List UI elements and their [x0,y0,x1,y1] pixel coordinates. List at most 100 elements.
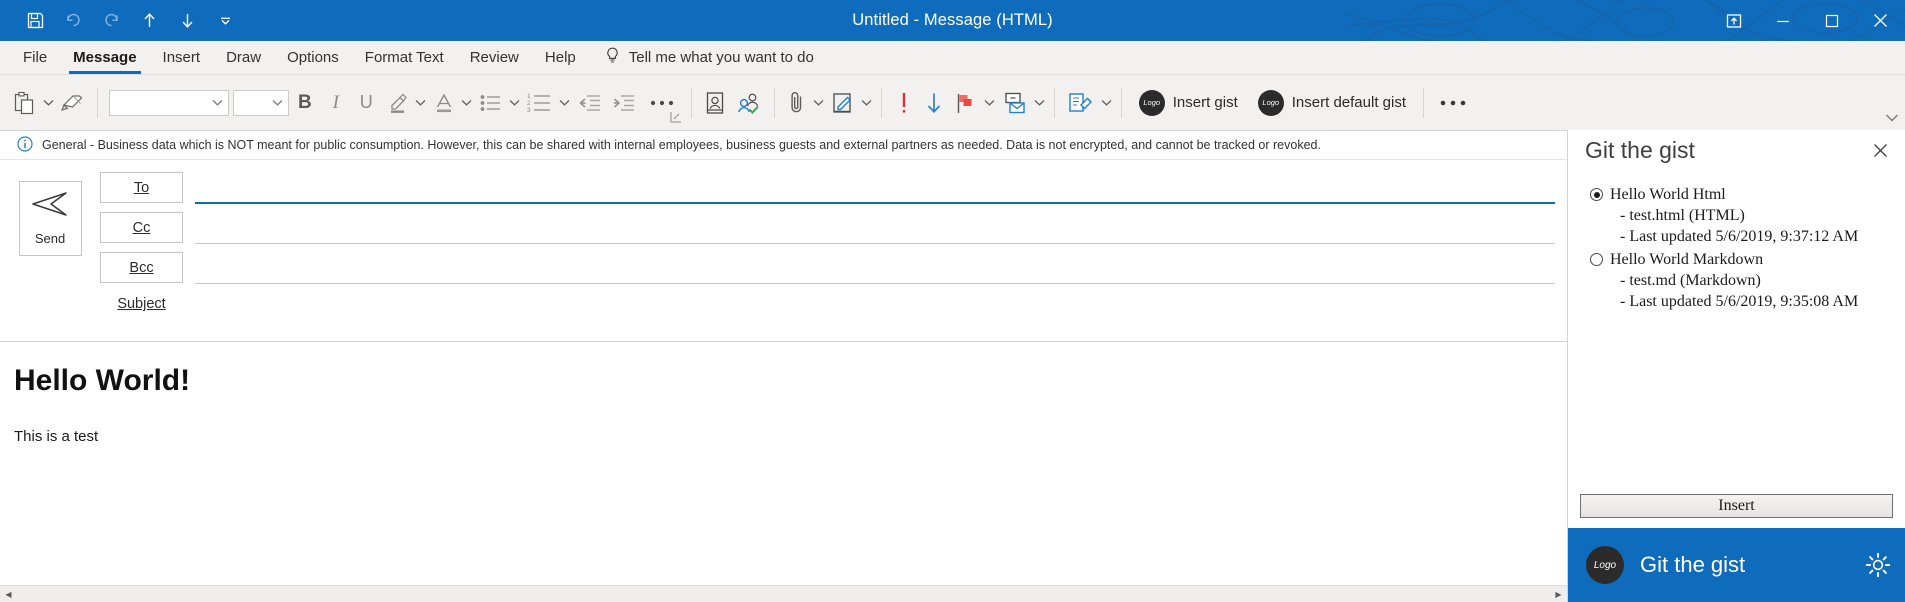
send-button[interactable]: Send [18,181,82,256]
insert-default-gist-button[interactable]: Logo Insert default gist [1248,82,1416,124]
ribbon-group-clipboard [8,75,90,131]
check-names-button[interactable] [731,82,767,124]
high-importance-button[interactable] [889,82,919,124]
paste-button[interactable] [8,82,41,124]
horizontal-scrollbar[interactable]: ◀ ▶ [0,585,1567,602]
maximize-button[interactable] [1807,0,1856,41]
ribbon-group-addins: Logo Insert gist Logo Insert default gis… [1129,75,1416,131]
to-button[interactable]: To [100,172,183,203]
paste-options-chevron-down-icon[interactable] [41,99,55,106]
close-button[interactable] [1856,0,1905,41]
gist-radio-html[interactable] [1590,188,1603,201]
scroll-right-arrow-icon[interactable]: ▶ [1550,586,1567,602]
tab-format-text[interactable]: Format Text [352,41,457,74]
view-templates-button[interactable] [997,82,1033,124]
gist-updated: - Last updated 5/6/2019, 9:37:12 AM [1620,228,1859,245]
task-pane-title: Git the gist [1585,136,1695,163]
to-input[interactable] [195,170,1555,204]
bullets-button[interactable] [474,82,508,124]
italic-button[interactable]: I [321,82,351,124]
scroll-left-arrow-icon[interactable]: ◀ [0,586,17,602]
gist-file: - test.md (Markdown) [1620,272,1761,289]
tell-me-search[interactable]: Tell me what you want to do [589,41,824,74]
decrease-indent-button[interactable] [572,82,606,124]
customize-quick-access-toolbar-button[interactable] [206,3,244,39]
follow-up-flag-button[interactable] [949,82,983,124]
ribbon-group-paragraph: 123 [474,75,684,131]
info-icon [17,135,33,155]
recipient-fields: To Cc Bcc Subject [100,170,1567,341]
tab-file[interactable]: File [10,41,60,74]
insert-gist-label: Insert gist [1172,94,1238,111]
highlight-chevron-down-icon[interactable] [414,99,428,106]
scrollbar-track[interactable] [17,586,1550,602]
font-color-chevron-down-icon[interactable] [460,99,474,106]
text-highlight-color-button[interactable] [382,82,414,124]
ribbon-group-include [782,75,874,131]
gist-radio-markdown[interactable] [1590,253,1603,266]
gist-option-row[interactable]: Hello World Markdown [1590,249,1895,270]
font-color-button[interactable] [428,82,460,124]
format-painter-button[interactable] [55,82,90,124]
message-body[interactable]: Hello World! This is a test ◀ ▶ [0,342,1567,602]
redo-button[interactable] [92,3,130,39]
signature-chevron-down-icon[interactable] [860,99,874,106]
tab-options[interactable]: Options [274,41,352,74]
attach-file-button[interactable] [782,82,812,124]
low-importance-button[interactable] [919,82,949,124]
compose-pane: General - Business data which is NOT mea… [0,130,1567,602]
tab-review[interactable]: Review [457,41,532,74]
insert-button-container: Insert [1568,494,1905,528]
tab-draw[interactable]: Draw [213,41,274,74]
tab-help[interactable]: Help [532,41,589,74]
gist-option-row[interactable]: Hello World Html [1590,184,1895,205]
insert-gist-button[interactable]: Logo Insert gist [1129,82,1248,124]
follow-up-chevron-down-icon[interactable] [983,99,997,106]
bold-button[interactable]: B [289,82,321,124]
ribbon-separator [1053,87,1055,118]
task-pane-close-icon[interactable] [1869,139,1891,161]
gist-name: Hello World Html [1610,186,1726,203]
font-name-combobox[interactable] [109,89,229,116]
underline-label: U [359,92,373,112]
immersive-reader-button[interactable] [1062,82,1100,124]
message-body-paragraph: This is a test [14,428,99,445]
subject-input[interactable] [195,286,1555,320]
bcc-input[interactable] [195,250,1555,284]
italic-label: I [332,91,339,113]
ribbon-separator [690,87,692,118]
next-item-button[interactable] [168,3,206,39]
message-body-heading: Hello World! [14,364,191,397]
collapse-ribbon-chevron-up-icon[interactable] [1885,110,1899,128]
cc-input[interactable] [195,210,1555,244]
save-button[interactable] [16,3,54,39]
numbering-chevron-down-icon[interactable] [558,99,572,106]
immersive-reader-chevron-down-icon[interactable] [1100,99,1114,106]
signature-button[interactable] [826,82,860,124]
minimize-button[interactable] [1758,0,1807,41]
underline-button[interactable]: U [351,82,382,124]
numbering-button[interactable]: 123 [522,82,558,124]
tab-message[interactable]: Message [60,41,149,74]
gist-list-item[interactable]: Hello World Html - test.html (HTML) - La… [1590,184,1895,247]
send-arrow-icon [30,191,70,222]
attach-file-chevron-down-icon[interactable] [812,99,826,106]
previous-item-button[interactable] [130,3,168,39]
gist-list-item[interactable]: Hello World Markdown - test.md (Markdown… [1590,249,1895,312]
undo-button[interactable] [54,3,92,39]
tab-insert[interactable]: Insert [150,41,214,74]
paragraph-dialog-launcher[interactable] [670,111,682,125]
address-book-button[interactable] [699,82,731,124]
gear-icon[interactable] [1865,552,1891,578]
ribbon-overflow-button[interactable] [1431,82,1475,124]
ribbon-display-options-button[interactable] [1709,0,1758,41]
bcc-button[interactable]: Bcc [100,252,183,283]
ribbon-group-tags [889,75,1047,131]
font-size-combobox[interactable] [233,89,289,116]
cc-button[interactable]: Cc [100,212,183,243]
view-templates-chevron-down-icon[interactable] [1033,99,1047,106]
insert-button[interactable]: Insert [1580,494,1893,518]
increase-indent-button[interactable] [606,82,640,124]
title-bar: Untitled - Message (HTML) [0,0,1905,41]
bullets-chevron-down-icon[interactable] [508,99,522,106]
